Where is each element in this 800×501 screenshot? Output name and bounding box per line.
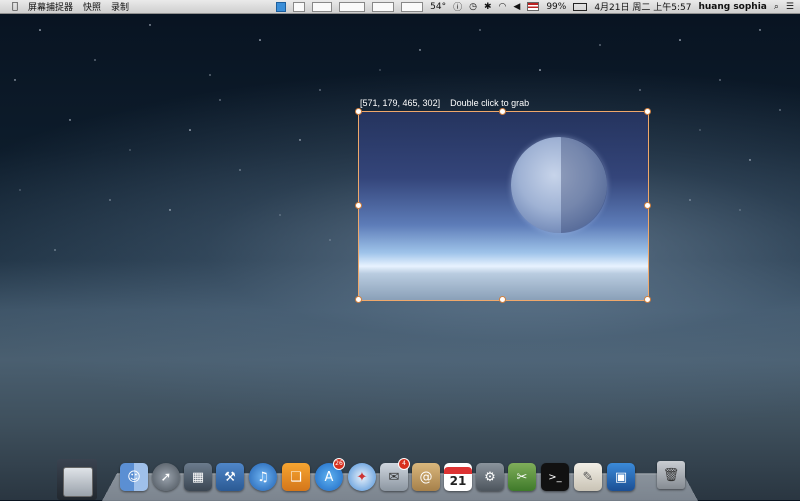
resize-handle-bottom-right[interactable] bbox=[644, 296, 651, 303]
resize-handle-top[interactable] bbox=[499, 108, 506, 115]
status-area: 54° ⓘ ◷ ✱ ◠ ◀ 99% 4月21日 周二 上午5:57 huang … bbox=[276, 0, 794, 13]
time-machine-icon[interactable]: ◷ bbox=[469, 2, 477, 12]
wifi-icon[interactable]: ◠ bbox=[499, 2, 507, 12]
resize-handle-bottom-left[interactable] bbox=[355, 296, 362, 303]
menu-bar:  屏幕捕捉器 快照 录制 54° ⓘ ◷ ✱ ◠ ◀ 99% 4月21日 周二… bbox=[0, 0, 800, 14]
system-preferences-icon[interactable]: ⚙ bbox=[476, 463, 504, 491]
selection-coordinates: [571, 179, 465, 302] bbox=[360, 98, 441, 108]
clock[interactable]: 4月21日 周二 上午5:57 bbox=[594, 0, 691, 13]
launchpad-icon[interactable]: ➚ bbox=[152, 463, 180, 491]
safari-icon[interactable]: ✦ bbox=[348, 463, 376, 491]
bluetooth-icon[interactable]: ✱ bbox=[484, 2, 492, 12]
user-name[interactable]: huang sophia bbox=[698, 2, 766, 12]
sensor-meter-icon[interactable] bbox=[401, 1, 424, 12]
itunes-icon[interactable]: ♫ bbox=[249, 463, 277, 491]
menu-item-record[interactable]: 录制 bbox=[111, 0, 129, 13]
finder-icon[interactable]: ☺ bbox=[120, 463, 148, 491]
app-status-icon[interactable] bbox=[276, 1, 287, 12]
utilities-icon[interactable]: ✂ bbox=[508, 463, 536, 491]
calendar-icon[interactable]: 21 bbox=[444, 463, 472, 491]
mail-badge: 4 bbox=[398, 458, 410, 470]
resize-handle-right[interactable] bbox=[644, 202, 651, 209]
screen-capture-app-icon[interactable]: ▣ bbox=[607, 463, 635, 491]
apple-icon[interactable]:  bbox=[12, 1, 18, 12]
temperature-text[interactable]: 54° bbox=[430, 2, 446, 12]
hard-drive-icon[interactable] bbox=[57, 459, 97, 500]
terminal-icon[interactable]: >_ bbox=[541, 463, 569, 491]
resize-handle-bottom[interactable] bbox=[499, 296, 506, 303]
selection-label: [571, 179, 465, 302] Double click to grab bbox=[360, 98, 529, 108]
spotlight-search-icon[interactable]: ⌕ bbox=[774, 2, 779, 12]
volume-icon[interactable]: ◀ bbox=[513, 2, 520, 12]
app-store-badge: 26 bbox=[333, 458, 345, 470]
mission-control-icon[interactable]: ▦ bbox=[184, 463, 212, 491]
ibooks-icon[interactable]: ❑ bbox=[282, 463, 310, 491]
text-edit-icon[interactable]: ✎ bbox=[574, 463, 602, 491]
selection-hint: Double click to grab bbox=[450, 98, 530, 108]
calendar-day: 21 bbox=[449, 473, 467, 488]
menu-item-snapshot[interactable]: 快照 bbox=[83, 0, 101, 13]
contacts-icon[interactable]: @ bbox=[412, 463, 440, 491]
info-icon[interactable]: ⓘ bbox=[453, 0, 462, 13]
trash-icon[interactable]: 🗑 bbox=[657, 461, 685, 489]
resize-handle-top-left[interactable] bbox=[355, 108, 362, 115]
memory-meter-icon[interactable] bbox=[312, 1, 333, 12]
notification-center-icon[interactable]: ☰ bbox=[786, 2, 794, 12]
network-meter-icon[interactable] bbox=[372, 1, 395, 12]
flag-us-icon[interactable] bbox=[527, 2, 540, 11]
menu-item-screen-capture[interactable]: 屏幕捕捉器 bbox=[28, 0, 73, 13]
battery-icon[interactable] bbox=[573, 2, 588, 11]
resize-handle-left[interactable] bbox=[355, 202, 362, 209]
battery-percent[interactable]: 99% bbox=[546, 2, 566, 12]
disk-meter-icon[interactable] bbox=[339, 1, 366, 12]
xcode-icon[interactable]: ⚒ bbox=[216, 463, 244, 491]
moon-image bbox=[511, 137, 607, 233]
capture-selection-region[interactable] bbox=[358, 111, 649, 301]
cpu-meter-icon[interactable] bbox=[293, 1, 306, 12]
resize-handle-top-right[interactable] bbox=[644, 108, 651, 115]
